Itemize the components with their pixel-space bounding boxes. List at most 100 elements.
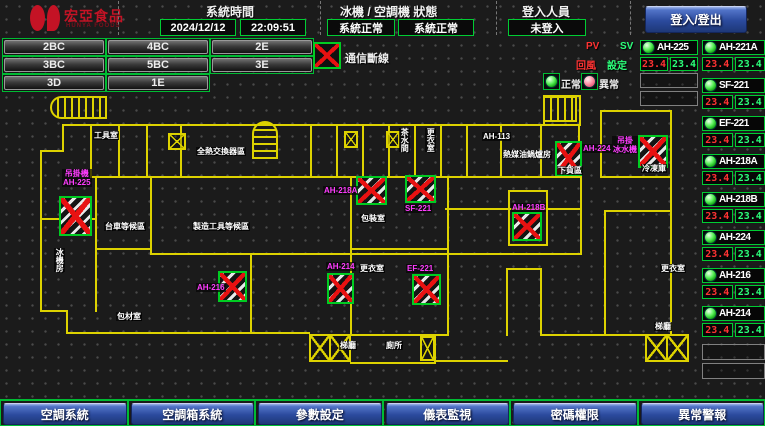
room-label: 全熱交換器區 <box>196 147 246 156</box>
room-label: 熱媒油鍋爐房 <box>502 150 552 159</box>
wall-segment <box>466 124 468 176</box>
footer-button-異常警報[interactable]: 異常警報 <box>641 403 765 425</box>
floor-button-3bc[interactable]: 3BC <box>4 58 104 72</box>
device-comm-fail-marker-AH-225[interactable] <box>59 196 92 236</box>
wall-segment <box>150 253 582 255</box>
wall-segment <box>62 124 580 126</box>
wall-segment <box>250 253 252 334</box>
floor-button-4bc[interactable]: 4BC <box>108 40 208 54</box>
wall-segment <box>508 190 548 192</box>
device-label: AH-218B <box>511 203 546 212</box>
header-divider <box>320 1 321 35</box>
normal-label: 正常 <box>561 76 581 91</box>
wall-segment <box>440 124 442 176</box>
wall-segment <box>600 110 672 112</box>
system-time-label: 系統時間 <box>206 3 254 20</box>
wall-segment <box>150 176 152 255</box>
stairs-icon <box>50 96 107 119</box>
wall-segment <box>180 124 182 176</box>
wall-segment <box>546 190 548 246</box>
unit-status-lamp <box>704 79 717 92</box>
floor-button-2e[interactable]: 2E <box>212 40 312 54</box>
device-label: AH-224 <box>582 144 612 153</box>
unit-ah-221a[interactable]: AH-221A <box>702 40 765 55</box>
footer-button-儀表監視[interactable]: 儀表監視 <box>386 403 510 425</box>
floor-button-2bc[interactable]: 2BC <box>4 40 104 54</box>
room-label: 更衣室 <box>359 264 385 273</box>
floor-button-3d[interactable]: 3D <box>4 76 104 90</box>
shaft-cell <box>346 133 356 146</box>
wall-segment <box>600 176 670 178</box>
floor-button-3e[interactable]: 3E <box>212 58 312 72</box>
wall-segment <box>66 310 68 334</box>
device-comm-fail-marker-AH-218A[interactable] <box>356 176 387 205</box>
system-date-field: 2024/12/12 <box>160 19 236 36</box>
abnormal-lamp <box>581 73 598 90</box>
room-label: 茶水間 <box>399 128 410 152</box>
unit-values: 23.423.4 <box>702 57 765 71</box>
footer-button-密碼權限[interactable]: 密碼權限 <box>513 403 637 425</box>
unit-values: 23.423.4 <box>640 57 698 71</box>
hunya-logo-icon <box>30 5 45 31</box>
header-divider <box>630 1 631 35</box>
unit-status-lamp <box>704 41 717 54</box>
footer-button-參數設定[interactable]: 參數設定 <box>258 403 382 425</box>
wall-segment <box>542 334 646 336</box>
login-logout-button[interactable]: 登入/登出 <box>645 6 747 33</box>
room-label: 包裝室 <box>360 214 386 223</box>
wall-segment <box>604 210 606 334</box>
floor-button-1e[interactable]: 1E <box>108 76 208 90</box>
footer-button-frame: 空調系統 <box>0 400 128 426</box>
shaft-icon <box>420 336 435 361</box>
footer-button-空調系統[interactable]: 空調系統 <box>3 403 127 425</box>
header-divider <box>118 1 119 35</box>
wall-segment <box>40 310 68 312</box>
wall-segment <box>414 124 416 176</box>
wall-segment <box>310 124 312 176</box>
wall-segment <box>447 176 449 336</box>
floor-button-frame: 4BC <box>106 38 210 56</box>
device-comm-fail-marker-AH-218B[interactable] <box>512 212 542 241</box>
unit-name: AH-225 <box>657 42 688 53</box>
shaft-icon <box>168 133 186 150</box>
device-comm-fail-marker-EF-221[interactable] <box>412 274 441 305</box>
wall-segment <box>352 248 447 250</box>
unit-name: AH-221A <box>719 42 757 53</box>
unit-sf-221[interactable]: SF-221 <box>702 78 765 93</box>
wall-segment <box>540 268 542 336</box>
room-label: 冷凍庫 <box>641 164 667 173</box>
wall-segment <box>90 176 582 178</box>
footer-button-frame: 參數設定 <box>255 400 383 426</box>
shaft-cell <box>666 336 687 360</box>
footer-nav-bar: 空調系統空調箱系統參數設定儀表監視密碼權限異常警報 <box>0 399 765 426</box>
unit-name: SF-221 <box>719 80 749 91</box>
floor-button-5bc[interactable]: 5BC <box>108 58 208 72</box>
wall-segment <box>66 332 160 334</box>
device-label: EF-221 <box>406 264 434 273</box>
unit-sv-value: 23.4 <box>670 57 698 71</box>
floor-button-frame: 3BC <box>2 56 106 74</box>
device-label: 吊掛機AH-225 <box>62 169 92 187</box>
machine-status-label: 冰機 / 空調機 狀態 <box>340 3 437 20</box>
room-label: 廁所 <box>385 341 403 350</box>
floorplan: 吊掛機AH-225AH-218ASF-221AH-216AH-214EF-221… <box>0 92 765 400</box>
device-comm-fail-marker-SF-221[interactable] <box>405 175 436 203</box>
stairs-icon <box>543 96 577 122</box>
wall-segment <box>95 248 152 250</box>
shaft-cell <box>647 336 666 360</box>
sv-label: SV <box>620 41 633 52</box>
room-label: AH-113 <box>482 132 511 141</box>
device-comm-fail-marker-AH-214[interactable] <box>327 273 354 304</box>
system-clock-field: 22:09:51 <box>240 19 306 36</box>
wall-segment <box>670 110 672 334</box>
shaft-cell <box>311 336 329 360</box>
footer-button-空調箱系統[interactable]: 空調箱系統 <box>131 403 255 425</box>
floor-button-frame: 2E <box>210 38 314 56</box>
hunya-logo-icon-right <box>47 5 60 31</box>
wall-segment <box>146 124 148 176</box>
footer-button-frame: 異常警報 <box>638 400 765 426</box>
wall-segment <box>604 210 670 212</box>
wall-segment <box>506 268 508 336</box>
unit-ah-225[interactable]: AH-225 <box>640 40 698 55</box>
wall-segment <box>506 268 542 270</box>
